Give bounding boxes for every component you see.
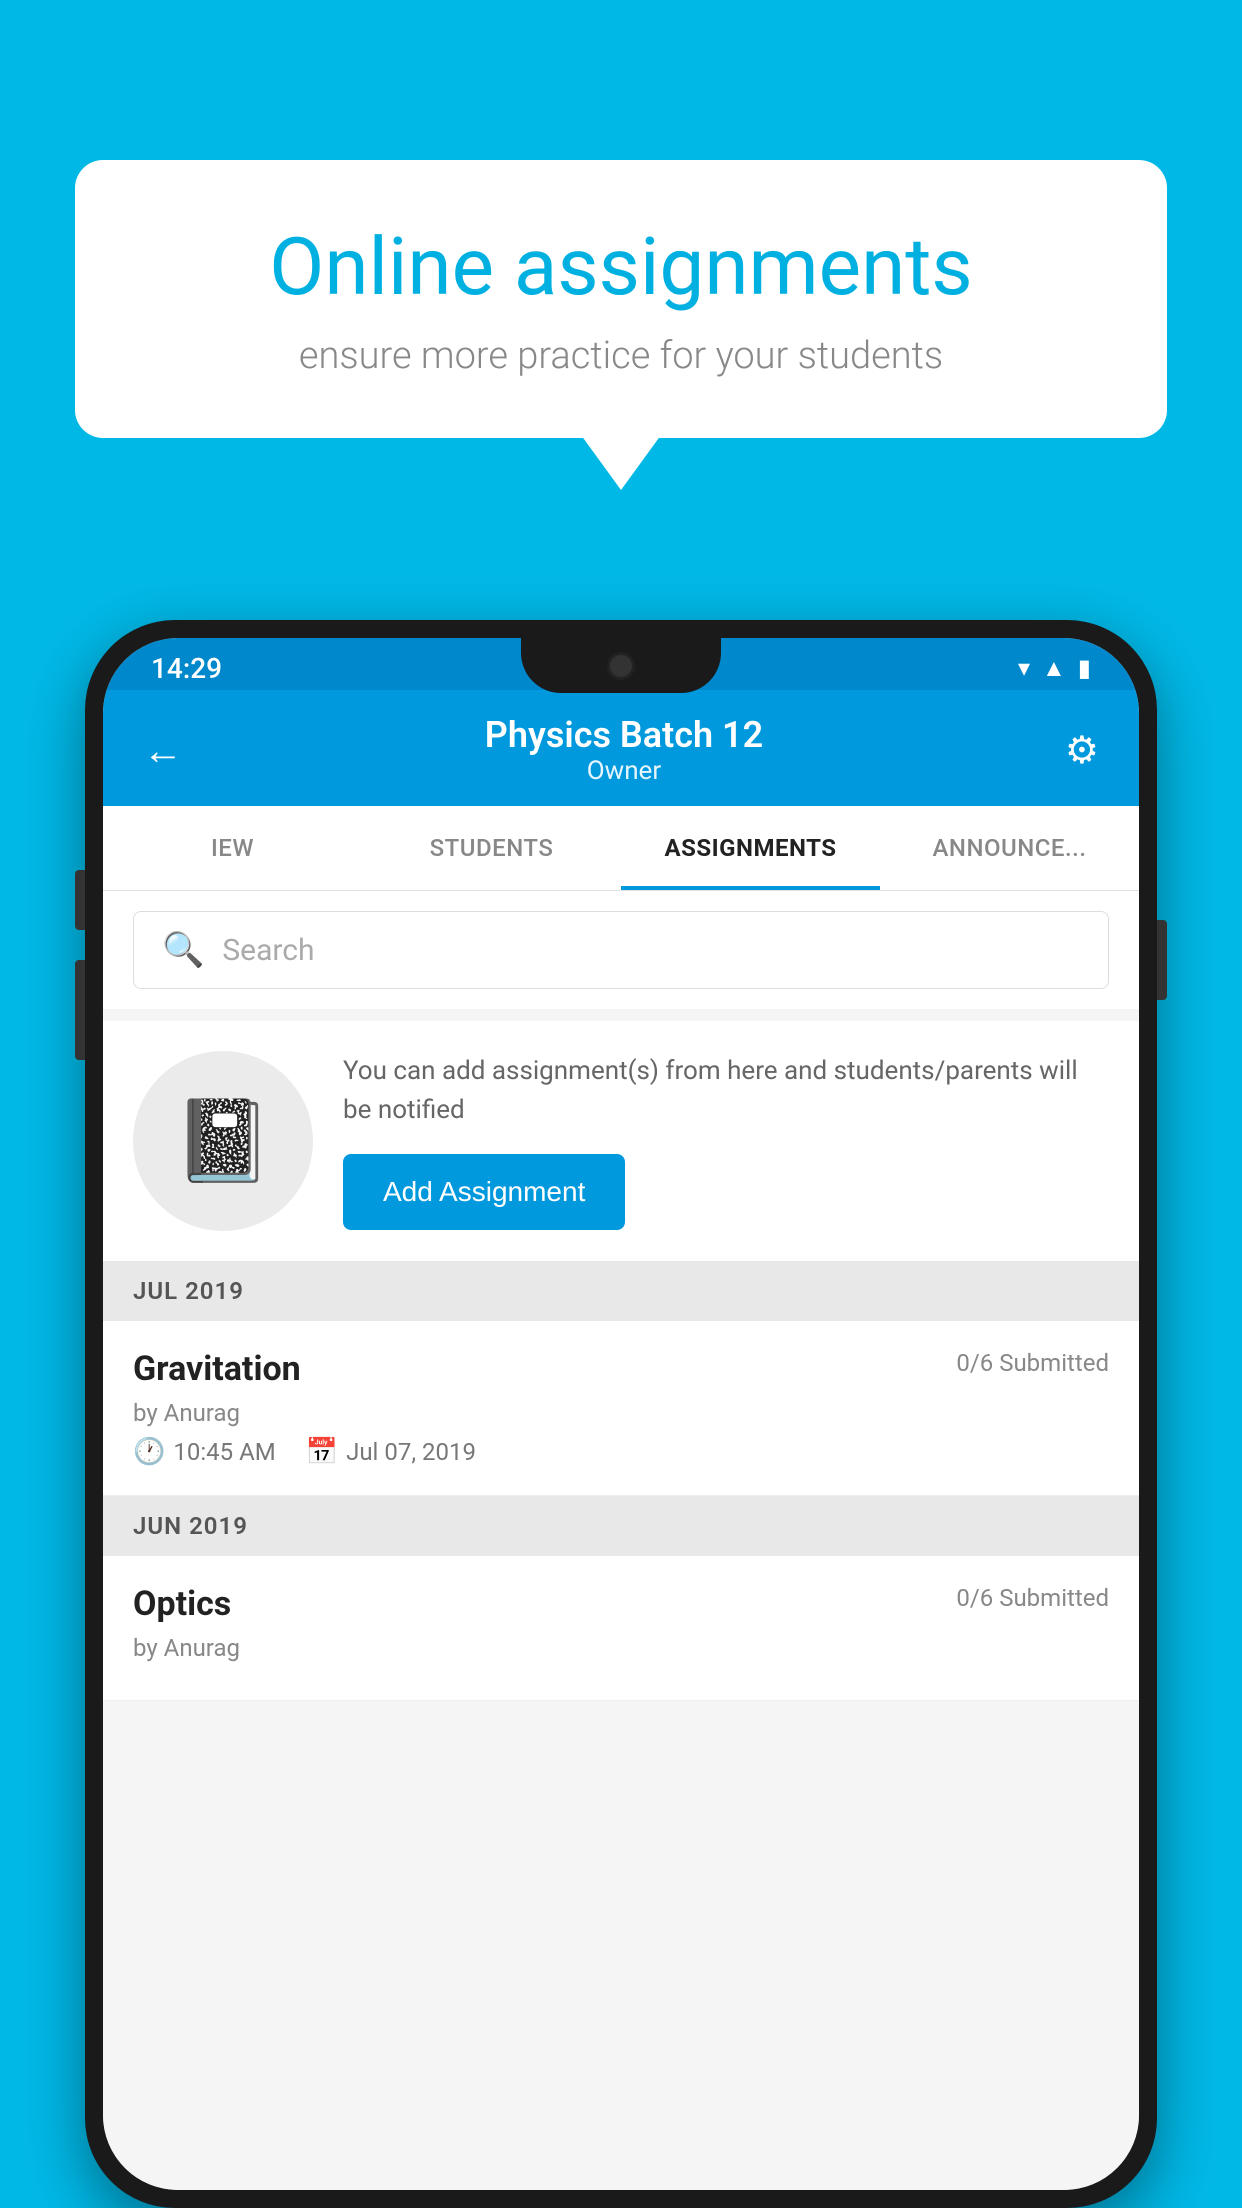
- assignment-by-gravitation: by Anurag: [133, 1399, 1109, 1427]
- battery-icon: ▮: [1078, 654, 1091, 682]
- search-icon: 🔍: [162, 930, 204, 970]
- status-time: 14:29: [151, 652, 222, 685]
- header-center: Physics Batch 12 Owner: [485, 714, 763, 786]
- assignment-by-optics: by Anurag: [133, 1634, 1109, 1662]
- tab-assignments[interactable]: ASSIGNMENTS: [621, 806, 880, 890]
- promo-section: 📓 You can add assignment(s) from here an…: [103, 1021, 1139, 1261]
- assignment-top-optics: Optics 0/6 Submitted: [133, 1584, 1109, 1624]
- search-bar[interactable]: 🔍 Search: [133, 911, 1109, 989]
- assignment-submitted-gravitation: 0/6 Submitted: [956, 1349, 1109, 1377]
- assignment-meta-gravitation: 🕐 10:45 AM 📅 Jul 07, 2019: [133, 1437, 1109, 1467]
- app-header: ← Physics Batch 12 Owner ⚙: [103, 690, 1139, 806]
- calendar-icon: 📅: [306, 1437, 338, 1467]
- volume-down-button: [75, 960, 85, 1060]
- assignment-item-optics[interactable]: Optics 0/6 Submitted by Anurag: [103, 1556, 1139, 1701]
- tabs-bar: IEW STUDENTS ASSIGNMENTS ANNOUNCE...: [103, 806, 1139, 891]
- assignment-item-gravitation[interactable]: Gravitation 0/6 Submitted by Anurag 🕐 10…: [103, 1321, 1139, 1496]
- phone-notch: [521, 638, 721, 693]
- assignment-time-gravitation: 10:45 AM: [173, 1438, 275, 1466]
- assignment-name-optics: Optics: [133, 1584, 231, 1624]
- phone-outer: 14:29 ▾ ▲ ▮ ← Physics Batch 12 Owner ⚙ I…: [85, 620, 1157, 2208]
- speech-bubble-container: Online assignments ensure more practice …: [75, 160, 1167, 438]
- meta-time-gravitation: 🕐 10:45 AM: [133, 1437, 276, 1467]
- meta-date-gravitation: 📅 Jul 07, 2019: [306, 1437, 476, 1467]
- notebook-icon: 📓: [173, 1094, 273, 1188]
- assignment-date-gravitation: Jul 07, 2019: [346, 1438, 476, 1466]
- power-button: [1157, 920, 1167, 1000]
- tab-announcements[interactable]: ANNOUNCE...: [880, 806, 1139, 890]
- header-subtitle: Owner: [485, 756, 763, 786]
- assignment-name-gravitation: Gravitation: [133, 1349, 301, 1389]
- screen-content: 🔍 Search 📓 You can add assignment(s) fro…: [103, 891, 1139, 2190]
- promo-text: You can add assignment(s) from here and …: [343, 1052, 1109, 1130]
- assignment-top: Gravitation 0/6 Submitted: [133, 1349, 1109, 1389]
- speech-bubble-subtitle: ensure more practice for your students: [145, 334, 1097, 378]
- phone-wrapper: 14:29 ▾ ▲ ▮ ← Physics Batch 12 Owner ⚙ I…: [85, 620, 1157, 2208]
- header-title: Physics Batch 12: [485, 714, 763, 756]
- front-camera: [607, 652, 635, 680]
- wifi-icon: ▾: [1018, 654, 1030, 682]
- tab-students[interactable]: STUDENTS: [362, 806, 621, 890]
- speech-bubble: Online assignments ensure more practice …: [75, 160, 1167, 438]
- add-assignment-button[interactable]: Add Assignment: [343, 1154, 625, 1230]
- clock-icon: 🕐: [133, 1437, 165, 1467]
- tab-iew[interactable]: IEW: [103, 806, 362, 890]
- promo-content: You can add assignment(s) from here and …: [343, 1052, 1109, 1230]
- status-icons: ▾ ▲ ▮: [1018, 654, 1091, 683]
- assignment-submitted-optics: 0/6 Submitted: [956, 1584, 1109, 1612]
- volume-up-button: [75, 870, 85, 930]
- section-jun-2019: JUN 2019: [103, 1496, 1139, 1556]
- search-container: 🔍 Search: [103, 891, 1139, 1009]
- search-placeholder: Search: [222, 933, 314, 968]
- speech-bubble-title: Online assignments: [145, 220, 1097, 314]
- signal-icon: ▲: [1042, 654, 1066, 683]
- settings-icon[interactable]: ⚙: [1065, 728, 1099, 773]
- section-jul-2019: JUL 2019: [103, 1261, 1139, 1321]
- phone-screen: 14:29 ▾ ▲ ▮ ← Physics Batch 12 Owner ⚙ I…: [103, 638, 1139, 2190]
- promo-icon-circle: 📓: [133, 1051, 313, 1231]
- back-button[interactable]: ←: [143, 727, 183, 774]
